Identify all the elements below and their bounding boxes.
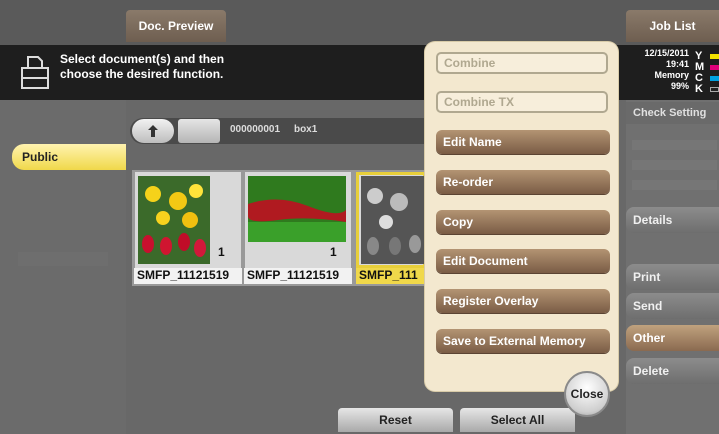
other-button[interactable]: Other bbox=[626, 325, 719, 351]
print-button[interactable]: Print bbox=[626, 264, 719, 290]
right-faint-line bbox=[632, 180, 717, 190]
grayscale-flower-thumbnail bbox=[361, 176, 425, 264]
document-name: SMFP_11121519 bbox=[244, 268, 352, 284]
close-button[interactable]: Close bbox=[564, 371, 610, 417]
up-arrow-icon bbox=[148, 125, 158, 137]
page-count: 1 bbox=[218, 245, 225, 259]
box-name: box1 bbox=[293, 124, 318, 135]
save-to-external-memory-button[interactable]: Save to External Memory bbox=[436, 329, 610, 353]
re-order-button[interactable]: Re-order bbox=[436, 170, 610, 194]
public-tab[interactable]: Public bbox=[12, 144, 126, 170]
page-count: 1 bbox=[330, 245, 337, 259]
details-button[interactable]: Details bbox=[626, 207, 719, 233]
document-box-icon bbox=[21, 56, 49, 89]
edit-name-button[interactable]: Edit Name bbox=[436, 130, 610, 154]
box-number: 000000001 bbox=[230, 124, 281, 135]
folder-button[interactable] bbox=[178, 119, 220, 143]
top-bar bbox=[0, 0, 719, 45]
job-list-tab[interactable]: Job List bbox=[626, 10, 719, 42]
select-all-button[interactable]: Select All bbox=[460, 408, 575, 432]
right-faint-line bbox=[632, 160, 717, 170]
document-name: SMFP_11121519 bbox=[134, 268, 242, 284]
memory-value: 99% bbox=[670, 81, 689, 91]
register-overlay-button[interactable]: Register Overlay bbox=[436, 289, 610, 313]
up-folder-button[interactable] bbox=[132, 119, 174, 143]
instruction-line-2: choose the desired function. bbox=[60, 67, 224, 81]
send-button[interactable]: Send bbox=[626, 293, 719, 319]
box-path: 000000001 box1 bbox=[230, 124, 317, 135]
status-time: 19:41 bbox=[665, 59, 689, 69]
toner-k-gauge bbox=[710, 87, 719, 92]
toner-c-gauge bbox=[710, 76, 719, 81]
toner-m-gauge bbox=[710, 65, 719, 70]
delete-button[interactable]: Delete bbox=[626, 358, 719, 384]
instruction-line-1: Select document(s) and then bbox=[60, 52, 225, 66]
copy-button[interactable]: Copy bbox=[436, 210, 610, 234]
memory-label: Memory bbox=[654, 70, 689, 80]
instruction-message: Select document(s) and then choose the d… bbox=[60, 52, 360, 82]
check-setting-button[interactable]: Check Setting bbox=[626, 102, 719, 124]
flower-image-thumbnail bbox=[138, 176, 210, 264]
document-name: SMFP_111 bbox=[356, 268, 426, 284]
doc-preview-tab[interactable]: Doc. Preview bbox=[126, 10, 226, 42]
toner-k-label: K bbox=[695, 83, 703, 95]
left-faint-item bbox=[18, 252, 108, 266]
reset-button[interactable]: Reset bbox=[338, 408, 453, 432]
status-date: 12/15/2011 bbox=[644, 48, 689, 58]
right-faint-line bbox=[632, 140, 717, 150]
combine-tx-button: Combine TX bbox=[436, 91, 608, 113]
garden-image-thumbnail bbox=[248, 176, 346, 242]
edit-document-button[interactable]: Edit Document bbox=[436, 249, 610, 273]
combine-button: Combine bbox=[436, 52, 608, 74]
toner-y-gauge bbox=[710, 54, 719, 59]
